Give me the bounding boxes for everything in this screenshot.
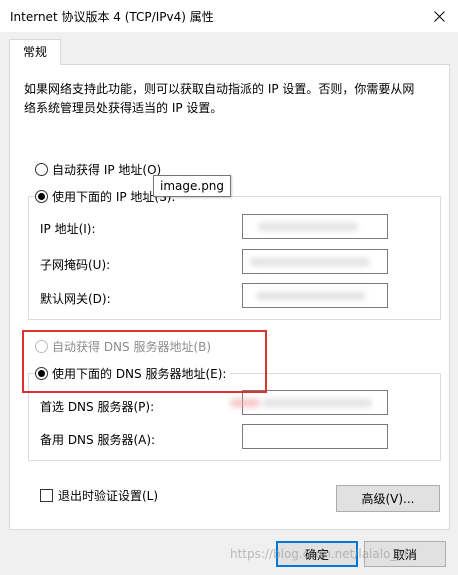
tab-general[interactable]: 常规	[9, 39, 61, 65]
dns-auto-radio[interactable]	[35, 340, 48, 353]
description-line-1: 如果网络支持此功能，则可以获取自动指派的 IP 设置。否则，你需要从网	[24, 82, 415, 96]
ip-auto-label: 自动获得 IP 地址(O)	[52, 163, 162, 177]
ok-button[interactable]: 确定	[276, 541, 358, 567]
dns-manual-option[interactable]: 使用下面的 DNS 服务器地址(E):	[35, 365, 231, 382]
description-line-2: 络系统管理员处获得适当的 IP 设置。	[24, 101, 223, 115]
validate-settings-label: 退出时验证设置(L)	[58, 489, 159, 503]
redacted-value	[262, 399, 372, 407]
redacted-value	[256, 292, 366, 300]
dns-auto-option[interactable]: 自动获得 DNS 服务器地址(B)	[35, 338, 211, 355]
dns-manual-label: 使用下面的 DNS 服务器地址(E):	[52, 367, 227, 381]
redacted-value	[258, 223, 358, 231]
advanced-button[interactable]: 高级(V)...	[336, 485, 440, 512]
close-button[interactable]	[424, 0, 454, 32]
subnet-mask-label: 子网掩码(U):	[40, 258, 111, 272]
dns-auto-label: 自动获得 DNS 服务器地址(B)	[52, 340, 212, 354]
image-tooltip: image.png	[153, 175, 231, 197]
window-title: Internet 协议版本 4 (TCP/IPv4) 属性	[10, 10, 214, 24]
redacted-value	[230, 399, 260, 407]
validate-settings-option[interactable]: 退出时验证设置(L)	[40, 487, 158, 504]
alternate-dns-field[interactable]	[242, 424, 388, 449]
preferred-dns-label: 首选 DNS 服务器(P):	[40, 400, 155, 414]
cancel-button[interactable]: 取消	[364, 541, 446, 567]
alternate-dns-label: 备用 DNS 服务器(A):	[40, 433, 156, 447]
dns-manual-radio[interactable]	[35, 367, 48, 380]
ip-auto-option[interactable]: 自动获得 IP 地址(O)	[35, 161, 161, 178]
redacted-value	[250, 258, 370, 266]
ip-address-label: IP 地址(I):	[40, 222, 96, 236]
description-text: 如果网络支持此功能，则可以获取自动指派的 IP 设置。否则，你需要从网 络系统管…	[24, 80, 444, 118]
ip-manual-radio[interactable]	[35, 190, 48, 203]
close-icon	[433, 10, 445, 22]
title-bar: Internet 协议版本 4 (TCP/IPv4) 属性	[0, 0, 458, 32]
ip-auto-radio[interactable]	[35, 163, 48, 176]
default-gateway-label: 默认网关(D):	[40, 292, 111, 306]
validate-settings-checkbox[interactable]	[40, 489, 53, 502]
